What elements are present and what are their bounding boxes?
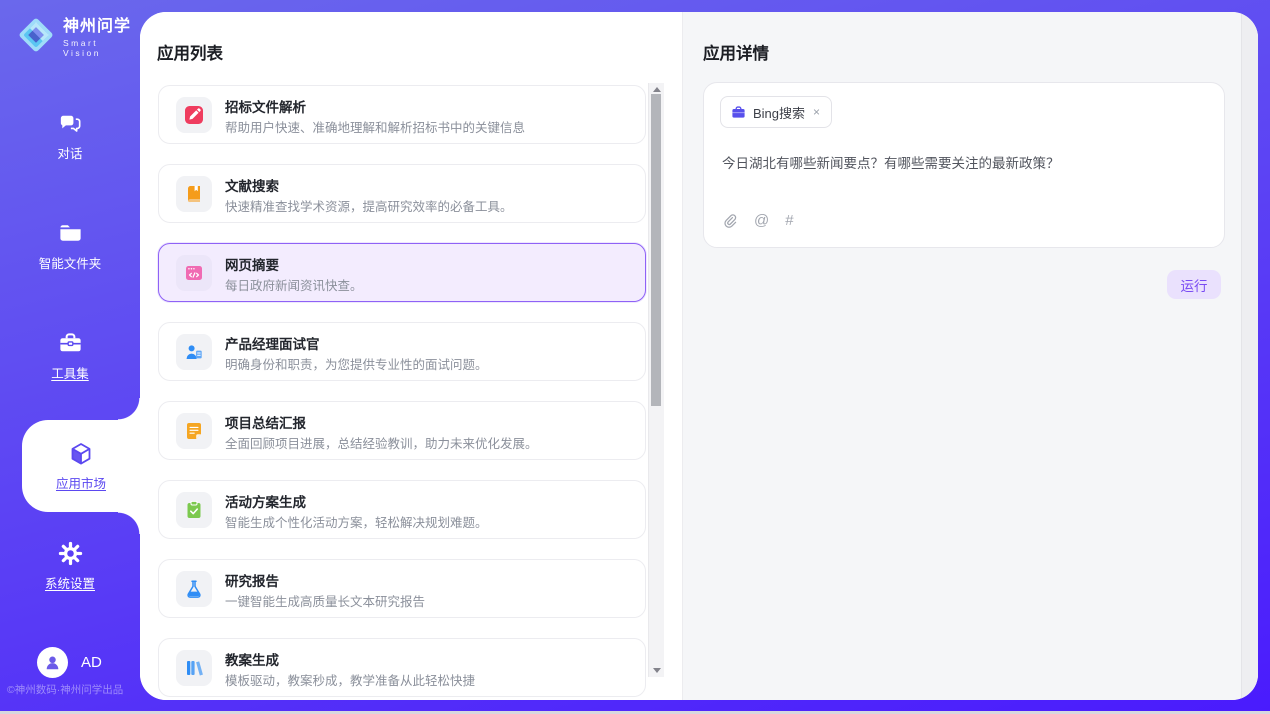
app-card-title: 教案生成 (225, 649, 279, 669)
app-card-desc: 全面回顾项目进展，总结经验教训，助力未来优化发展。 (225, 433, 538, 452)
clipboard-check-icon (184, 500, 204, 520)
sidebar: 神州问学 Smart Vision 对话 智能文件夹 工具集 应用市场 系统设置… (0, 0, 140, 711)
brand-logo: 神州问学 Smart Vision (16, 12, 140, 58)
app-window: 神州问学 Smart Vision 对话 智能文件夹 工具集 应用市场 系统设置… (0, 0, 1270, 711)
book-icon (184, 184, 204, 204)
detail-scrollbar-track[interactable] (1241, 12, 1258, 700)
tool-tag-bing-search[interactable]: Bing搜索 × (720, 96, 832, 128)
app-card-desc: 模板驱动，教案秒成，教学准备从此轻松快捷 (225, 670, 475, 689)
app-card-desc: 帮助用户快速、准确地理解和解析招标书中的关键信息 (225, 117, 525, 136)
tool-tag-label: Bing搜索 (753, 103, 805, 122)
app-card-desc: 智能生成个性化活动方案，轻松解决规划难题。 (225, 512, 488, 531)
app-card-title: 活动方案生成 (225, 491, 306, 511)
prompt-input[interactable]: 今日湖北有哪些新闻要点？有哪些需要关注的最新政策？ (722, 152, 1202, 172)
scrollbar-thumb[interactable] (651, 94, 661, 406)
run-button[interactable]: 运行 (1167, 270, 1221, 299)
sidebar-item-2[interactable]: 工具集 (0, 330, 140, 382)
folder-icon (57, 220, 84, 247)
prompt-card: Bing搜索 × 今日湖北有哪些新闻要点？有哪些需要关注的最新政策？ @ # (703, 82, 1225, 248)
app-card-list: 招标文件解析 帮助用户快速、准确地理解和解析招标书中的关键信息 文献搜索 快速精… (158, 85, 646, 700)
app-card-title: 招标文件解析 (225, 96, 306, 116)
scroll-down-arrow-icon[interactable] (649, 664, 664, 677)
app-card-desc: 明确身份和职责，为您提供专业性的面试问题。 (225, 354, 488, 373)
diamond-logo-icon (16, 15, 56, 55)
chat-icon (57, 110, 84, 137)
sidebar-item-label: 工具集 (51, 363, 89, 382)
sidebar-item-4[interactable]: 系统设置 (0, 540, 140, 592)
edit-pen-icon (184, 105, 204, 125)
avatar[interactable] (37, 647, 68, 678)
browser-code-icon (184, 263, 204, 283)
hash-topic-icon[interactable]: # (785, 212, 793, 229)
toolbox-icon (57, 330, 84, 357)
main-content: 应用列表 招标文件解析 帮助用户快速、准确地理解和解析招标书中的关键信息 文献搜… (140, 12, 1258, 700)
cube-icon (67, 440, 95, 468)
app-card-2[interactable]: 网页摘要 每日政府新闻资讯快查。 (158, 243, 646, 302)
sidebar-item-label: 智能文件夹 (39, 253, 102, 272)
gear-icon (57, 540, 84, 567)
app-card-7[interactable]: 教案生成 模板驱动，教案秒成，教学准备从此轻松快捷 (158, 638, 646, 697)
user-name: AD (81, 654, 102, 671)
paperclip-icon[interactable] (722, 213, 738, 229)
sidebar-item-label: 系统设置 (45, 573, 95, 592)
app-card-1[interactable]: 文献搜索 快速精准查找学术资源，提高研究效率的必备工具。 (158, 164, 646, 223)
app-card-title: 研究报告 (225, 570, 279, 590)
sidebar-item-label: 对话 (57, 143, 82, 162)
briefcase-icon (731, 105, 746, 120)
list-scrollbar[interactable] (648, 83, 664, 677)
note-icon (184, 421, 204, 441)
interviewer-icon (184, 342, 204, 362)
flask-icon (184, 579, 204, 599)
app-card-5[interactable]: 活动方案生成 智能生成个性化活动方案，轻松解决规划难题。 (158, 480, 646, 539)
app-card-title: 项目总结汇报 (225, 412, 306, 432)
app-card-desc: 快速精准查找学术资源，提高研究效率的必备工具。 (225, 196, 513, 215)
app-card-6[interactable]: 研究报告 一键智能生成高质量长文本研究报告 (158, 559, 646, 618)
app-card-title: 文献搜索 (225, 175, 279, 195)
app-card-3[interactable]: 产品经理面试官 明确身份和职责，为您提供专业性的面试问题。 (158, 322, 646, 381)
tag-close-icon[interactable]: × (812, 105, 821, 119)
app-card-title: 网页摘要 (225, 254, 279, 274)
sidebar-item-0[interactable]: 对话 (0, 110, 140, 162)
app-card-0[interactable]: 招标文件解析 帮助用户快速、准确地理解和解析招标书中的关键信息 (158, 85, 646, 144)
app-detail-panel: 应用详情 Bing搜索 × 今日湖北有哪些新闻要点？有哪些需要关注的最新政策？ (682, 12, 1258, 700)
books-icon (184, 658, 204, 678)
app-detail-title: 应用详情 (703, 40, 769, 64)
app-card-desc: 每日政府新闻资讯快查。 (225, 275, 363, 294)
app-list-title: 应用列表 (157, 40, 223, 64)
attachment-toolbar: @ # (722, 212, 794, 229)
user-row[interactable]: AD (37, 647, 102, 678)
app-card-4[interactable]: 项目总结汇报 全面回顾项目进展，总结经验教训，助力未来优化发展。 (158, 401, 646, 460)
sidebar-item-3[interactable]: 应用市场 (22, 420, 140, 512)
app-list-panel: 应用列表 招标文件解析 帮助用户快速、准确地理解和解析招标书中的关键信息 文献搜… (140, 12, 682, 700)
brand-subtitle: Smart Vision (63, 38, 140, 58)
app-card-desc: 一键智能生成高质量长文本研究报告 (225, 591, 425, 610)
app-card-title: 产品经理面试官 (225, 333, 320, 353)
sidebar-item-label: 应用市场 (56, 473, 106, 492)
at-mention-icon[interactable]: @ (754, 212, 769, 229)
sidebar-item-1[interactable]: 智能文件夹 (0, 220, 140, 272)
copyright-text: ©神州数码·神州问学出品 (7, 682, 137, 697)
brand-name: 神州问学 (63, 12, 140, 36)
